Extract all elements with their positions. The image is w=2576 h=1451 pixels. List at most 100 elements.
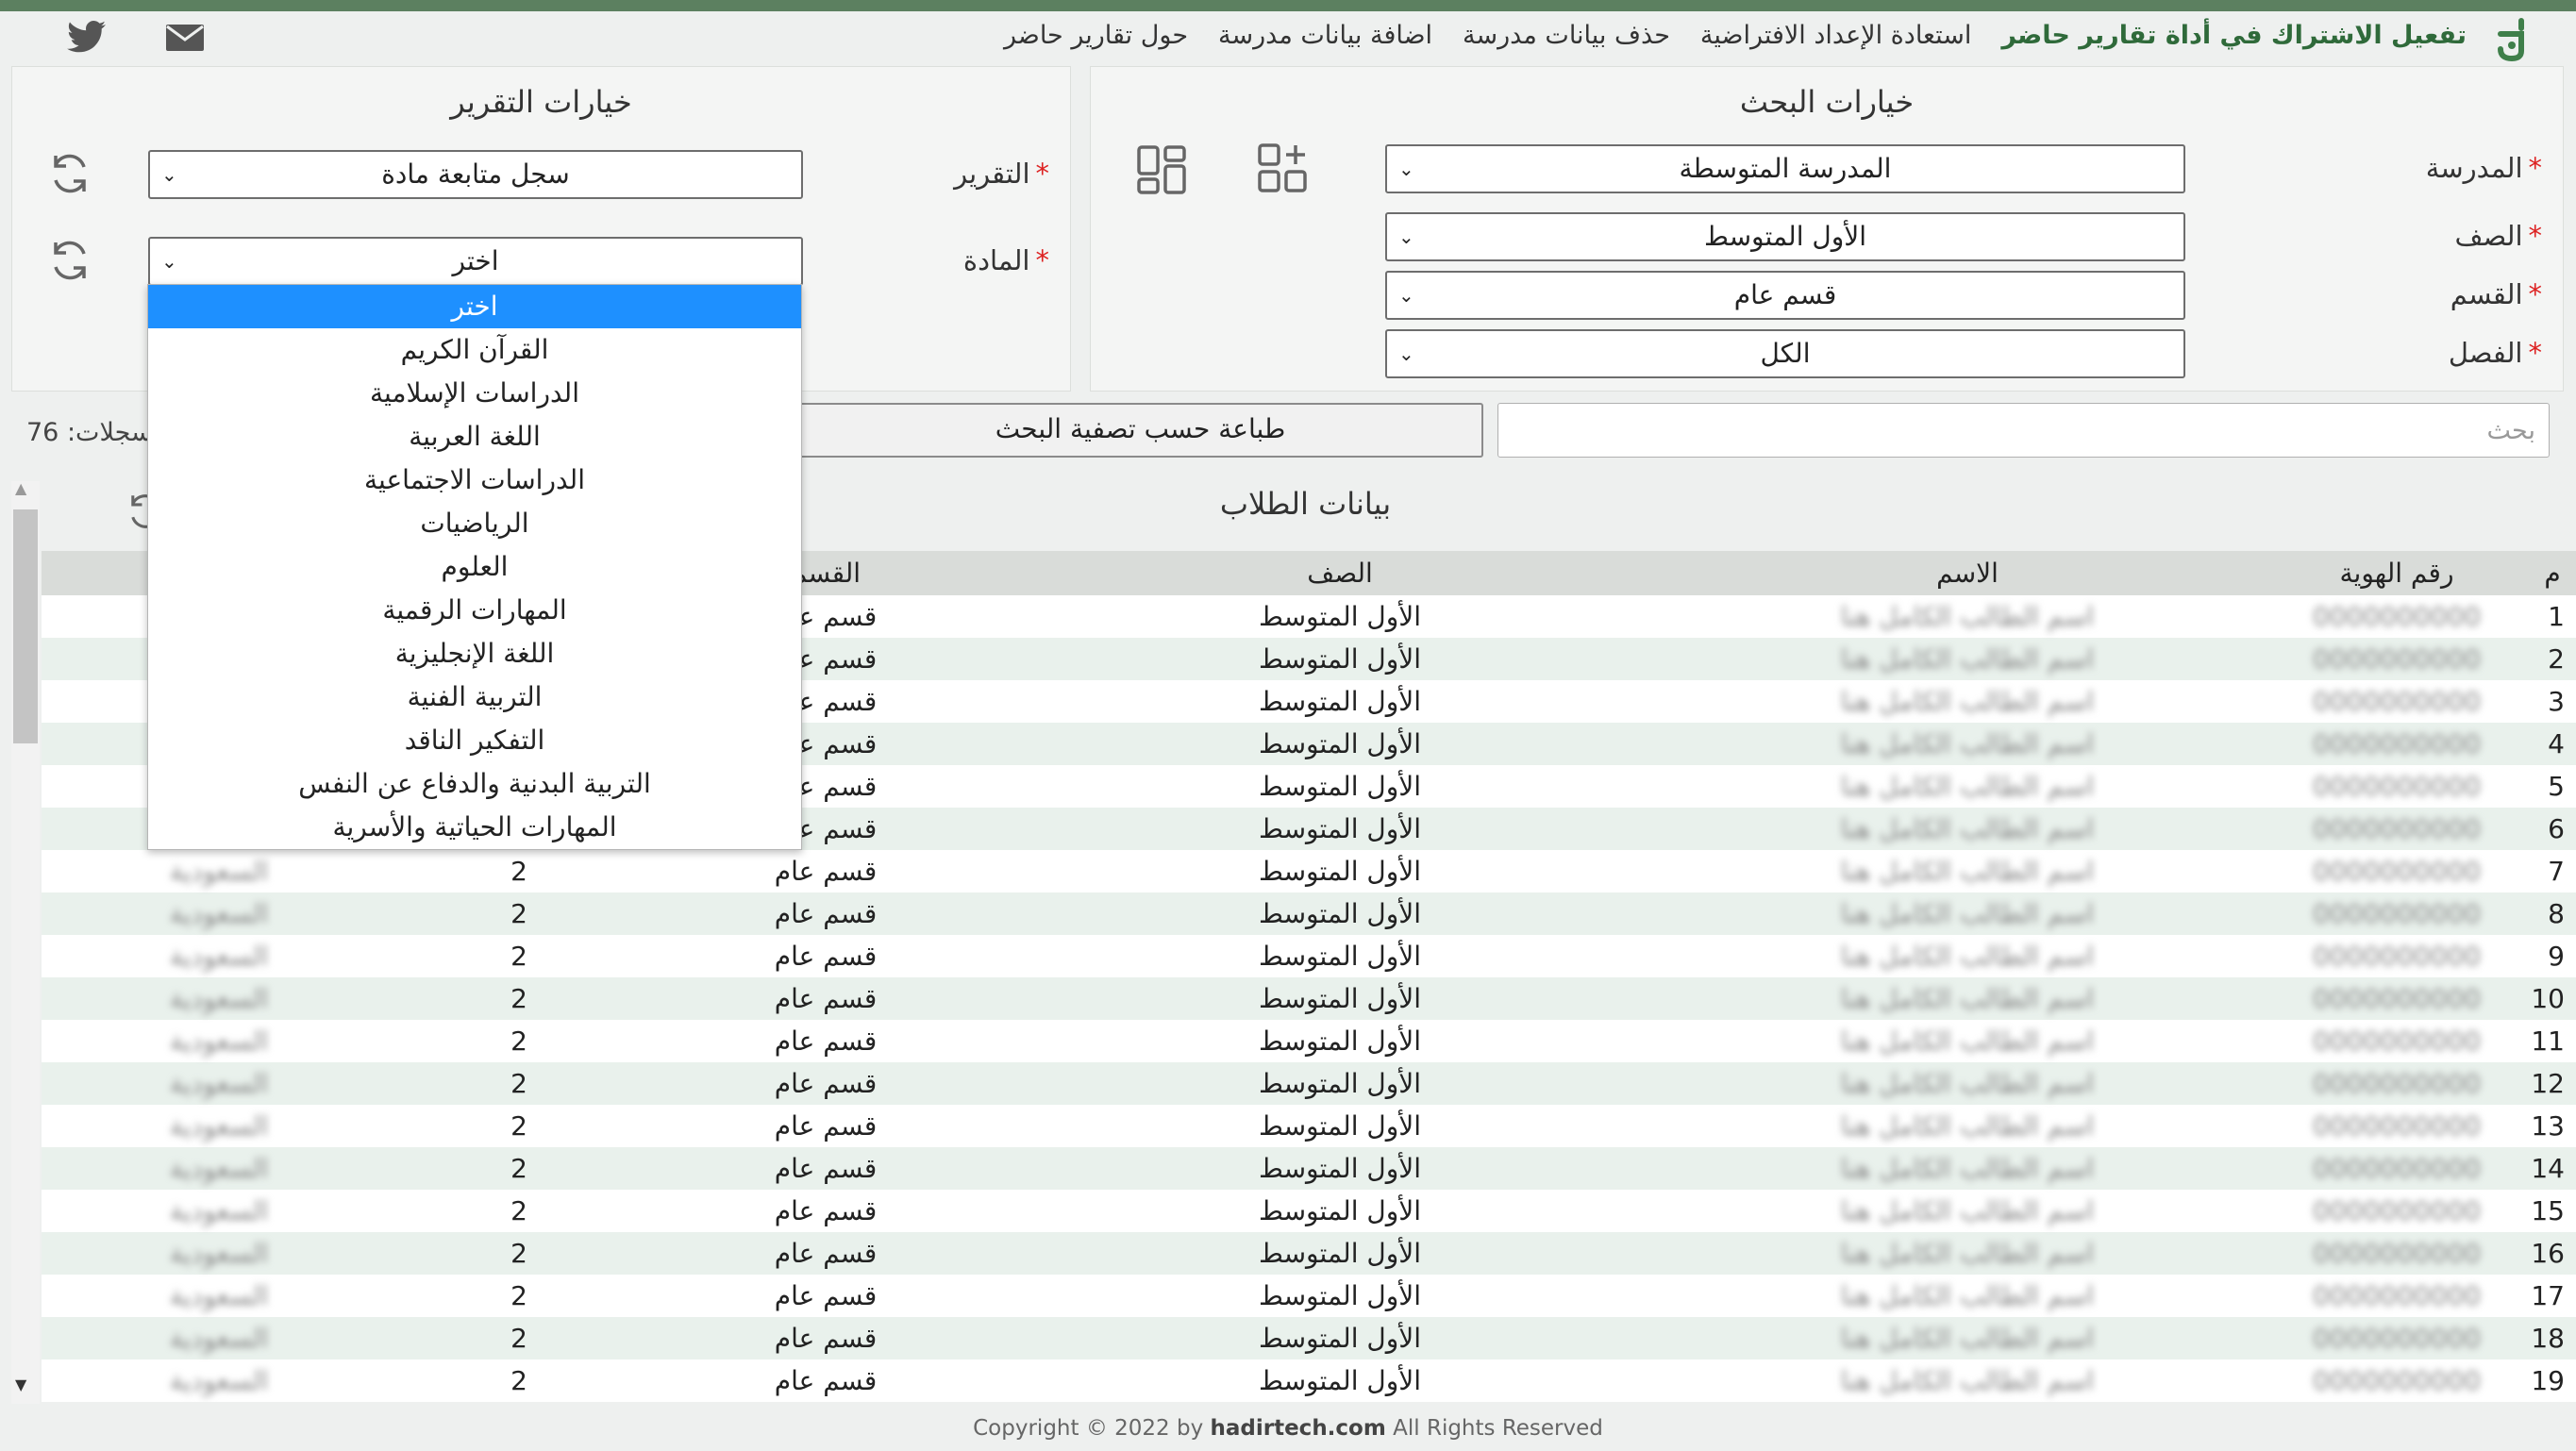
- subject-option[interactable]: اختر: [148, 285, 801, 328]
- add-widget-icon[interactable]: [1257, 142, 1308, 193]
- top-nav: حول تقارير حاضر اضافة بيانات مدرسة حذف ب…: [0, 11, 2576, 66]
- cell-class: 2: [396, 1020, 642, 1062]
- subject-select[interactable]: ⌄ اختر: [148, 237, 803, 286]
- col-header-grade[interactable]: الصف: [1010, 551, 1670, 595]
- table-row[interactable]: 8 0000000000 اسم الطالب الكامل هنا الأول ال…: [42, 892, 2576, 935]
- school-select[interactable]: ⌄ المدرسة المتوسطة: [1385, 144, 2185, 193]
- table-row[interactable]: 15 0000000000 اسم الطالب الكامل هنا الأول ا…: [42, 1190, 2576, 1232]
- cell-section: قسم عام: [642, 1275, 1010, 1317]
- cell-grade: الأول المتوسط: [1010, 1062, 1670, 1105]
- cell-name: اسم الطالب الكامل هنا: [1670, 1190, 2265, 1232]
- cell-id: 0000000000: [2265, 935, 2529, 977]
- chevron-down-icon: ⌄: [1398, 225, 1414, 248]
- cell-name: اسم الطالب الكامل هنا: [1670, 1105, 2265, 1147]
- cell-grade: الأول المتوسط: [1010, 1317, 1670, 1359]
- cell-class: 2: [396, 1062, 642, 1105]
- cell-id: 0000000000: [2265, 1062, 2529, 1105]
- cell-grade: الأول المتوسط: [1010, 977, 1670, 1020]
- nav-link-add-school[interactable]: اضافة بيانات مدرسة: [1218, 21, 1432, 50]
- table-row[interactable]: 18 0000000000 اسم الطالب الكامل هنا الأول ا…: [42, 1317, 2576, 1359]
- cell-nationality: السعودية: [42, 1232, 396, 1275]
- cell-index: 3: [2529, 680, 2576, 723]
- cell-index: 10: [2529, 977, 2576, 1020]
- table-row[interactable]: 10 0000000000 اسم الطالب الكامل هنا الأول ا…: [42, 977, 2576, 1020]
- cell-section: قسم عام: [642, 1020, 1010, 1062]
- cell-name: اسم الطالب الكامل هنا: [1670, 1275, 2265, 1317]
- table-row[interactable]: 7 0000000000 اسم الطالب الكامل هنا الأول ال…: [42, 850, 2576, 892]
- cell-name: اسم الطالب الكامل هنا: [1670, 850, 2265, 892]
- mail-icon[interactable]: [164, 19, 206, 57]
- table-row[interactable]: 17 0000000000 اسم الطالب الكامل هنا الأول ا…: [42, 1275, 2576, 1317]
- subject-option[interactable]: اللغة العربية: [148, 415, 801, 459]
- refresh-icon[interactable]: [46, 237, 93, 284]
- cell-name: اسم الطالب الكامل هنا: [1670, 1359, 2265, 1402]
- nav-link-restore-defaults[interactable]: استعادة الإعداد الافتراضية: [1700, 21, 1971, 50]
- cell-name: اسم الطالب الكامل هنا: [1670, 892, 2265, 935]
- table-row[interactable]: 9 0000000000 اسم الطالب الكامل هنا الأول ال…: [42, 935, 2576, 977]
- print-filtered-button[interactable]: طباعة حسب تصفية البحث: [797, 403, 1483, 458]
- subject-option[interactable]: العلوم: [148, 545, 801, 589]
- subject-option[interactable]: الرياضيات: [148, 502, 801, 545]
- scrollbar-thumb[interactable]: [13, 509, 38, 743]
- cell-section: قسم عام: [642, 1317, 1010, 1359]
- cell-class: 2: [396, 1147, 642, 1190]
- grade-select[interactable]: ⌄ الأول المتوسط: [1385, 212, 2185, 261]
- table-row[interactable]: 19 0000000000 اسم الطالب الكامل هنا الأول ا…: [42, 1359, 2576, 1402]
- subject-option[interactable]: التربية الفنية: [148, 675, 801, 719]
- cell-nationality: السعودية: [42, 1359, 396, 1402]
- table-row[interactable]: 16 0000000000 اسم الطالب الكامل هنا الأول ا…: [42, 1232, 2576, 1275]
- cell-index: 8: [2529, 892, 2576, 935]
- table-row[interactable]: 12 0000000000 اسم الطالب الكامل هنا الأول ا…: [42, 1062, 2576, 1105]
- footer-site-link[interactable]: hadirtech.com: [1211, 1416, 1386, 1441]
- cell-index: 16: [2529, 1232, 2576, 1275]
- cell-id: 0000000000: [2265, 1317, 2529, 1359]
- subject-dropdown-list[interactable]: اختر القرآن الكريم الدراسات الإسلامية اللغة…: [147, 284, 802, 850]
- report-select[interactable]: ⌄ سجل متابعة مادة: [148, 150, 803, 199]
- table-row[interactable]: 11 0000000000 اسم الطالب الكامل هنا الأول ا…: [42, 1020, 2576, 1062]
- subject-option[interactable]: المهارات الرقمية: [148, 589, 801, 632]
- cell-name: اسم الطالب الكامل هنا: [1670, 595, 2265, 638]
- subject-label: *المادة: [962, 244, 1049, 276]
- subject-option[interactable]: اللغة الإنجليزية: [148, 632, 801, 675]
- nav-link-activate-subscription[interactable]: تفعيل الاشتراك في أداة تقارير حاضر: [2001, 21, 2467, 50]
- cell-class: 2: [396, 892, 642, 935]
- scroll-up-icon[interactable]: ▲: [15, 479, 26, 497]
- cell-grade: الأول المتوسط: [1010, 892, 1670, 935]
- subject-option[interactable]: الدراسات الإسلامية: [148, 372, 801, 415]
- subject-option[interactable]: الدراسات الاجتماعية: [148, 459, 801, 502]
- subject-option[interactable]: التربية البدنية والدفاع عن النفس: [148, 762, 801, 806]
- cell-class: 2: [396, 1275, 642, 1317]
- cell-nationality: السعودية: [42, 935, 396, 977]
- section-select[interactable]: ⌄ قسم عام: [1385, 271, 2185, 320]
- cell-name: اسم الطالب الكامل هنا: [1670, 723, 2265, 765]
- search-input[interactable]: [1498, 404, 2549, 457]
- class-select[interactable]: ⌄ الكل: [1385, 329, 2185, 378]
- cell-class: 2: [396, 1359, 642, 1402]
- cell-grade: الأول المتوسط: [1010, 1232, 1670, 1275]
- cell-nationality: السعودية: [42, 1062, 396, 1105]
- records-count: سجلات: 76: [26, 418, 153, 447]
- col-header-id[interactable]: رقم الهوية: [2265, 551, 2529, 595]
- cell-nationality: السعودية: [42, 1275, 396, 1317]
- nav-link-about[interactable]: حول تقارير حاضر: [1004, 21, 1188, 50]
- subject-option[interactable]: المهارات الحياتية والأسرية: [148, 806, 801, 849]
- col-header-index[interactable]: م: [2529, 551, 2576, 595]
- chevron-down-icon: ⌄: [161, 250, 177, 273]
- table-row[interactable]: 14 0000000000 اسم الطالب الكامل هنا الأول ا…: [42, 1147, 2576, 1190]
- table-row[interactable]: 13 0000000000 اسم الطالب الكامل هنا الأول ا…: [42, 1105, 2576, 1147]
- subject-option[interactable]: التفكير الناقد: [148, 719, 801, 762]
- twitter-icon[interactable]: [66, 19, 108, 57]
- subject-option[interactable]: القرآن الكريم: [148, 328, 801, 372]
- col-header-name[interactable]: الاسم: [1670, 551, 2265, 595]
- cell-index: 11: [2529, 1020, 2576, 1062]
- layout-grid-icon[interactable]: [1136, 144, 1187, 195]
- nav-link-delete-school[interactable]: حذف بيانات مدرسة: [1463, 21, 1670, 50]
- cell-grade: الأول المتوسط: [1010, 1190, 1670, 1232]
- top-accent-bar: [0, 0, 2576, 11]
- cell-index: 7: [2529, 850, 2576, 892]
- search-box[interactable]: [1497, 403, 2550, 458]
- cell-index: 19: [2529, 1359, 2576, 1402]
- refresh-icon[interactable]: [46, 150, 93, 197]
- cell-nationality: السعودية: [42, 892, 396, 935]
- scroll-down-icon[interactable]: ▼: [15, 1376, 26, 1393]
